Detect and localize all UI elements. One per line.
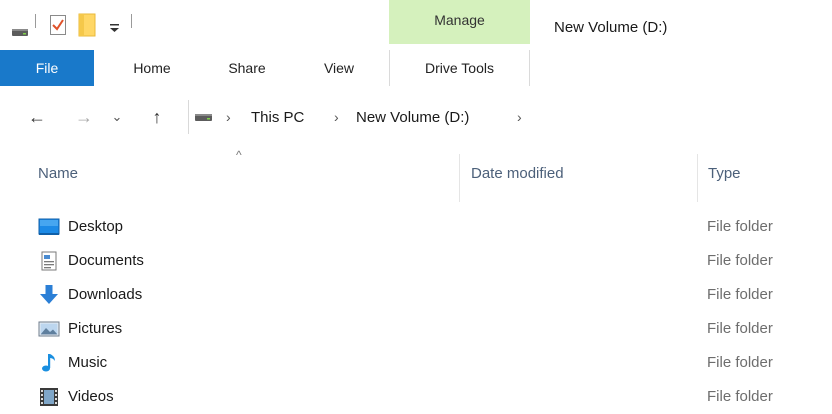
address-box[interactable]: › This PC › New Volume (D:) ›	[188, 100, 832, 134]
back-arrow-icon: ←	[28, 106, 46, 127]
list-item[interactable]: Downloads File folder	[0, 278, 832, 312]
videos-icon	[40, 388, 58, 406]
item-type: File folder	[707, 286, 773, 303]
forward-arrow-icon: →	[75, 106, 93, 127]
item-name: Pictures	[68, 320, 123, 337]
column-header: ^ Name Date modified Type	[0, 146, 832, 202]
breadcrumb-new-volume[interactable]: New Volume (D:)	[356, 109, 469, 126]
tab-share[interactable]: Share	[212, 50, 282, 86]
column-divider[interactable]	[459, 154, 460, 202]
item-type: File folder	[707, 354, 773, 371]
tab-drive-tools[interactable]: Drive Tools	[389, 50, 530, 86]
properties-icon[interactable]	[49, 14, 67, 36]
chevron-down-icon: ⌄	[111, 109, 123, 124]
column-name[interactable]: Name	[38, 165, 78, 182]
ribbon-tabs: File Home Share View Drive Tools	[0, 44, 832, 86]
new-folder-icon[interactable]	[77, 12, 97, 38]
column-date-modified[interactable]: Date modified	[471, 165, 564, 182]
item-type: File folder	[707, 388, 773, 405]
item-type: File folder	[707, 218, 773, 235]
downloads-icon	[40, 285, 58, 304]
qat-separator	[131, 14, 132, 28]
item-type: File folder	[707, 252, 773, 269]
breadcrumb-separator: ›	[226, 109, 231, 125]
qat-separator	[35, 14, 36, 28]
desktop-icon	[38, 218, 60, 235]
list-item[interactable]: Documents File folder	[0, 244, 832, 278]
title-bar: Manage New Volume (D:)	[0, 0, 832, 50]
up-arrow-icon: ↑	[152, 106, 162, 127]
list-item[interactable]: Pictures File folder	[0, 312, 832, 346]
tab-home[interactable]: Home	[117, 50, 187, 86]
up-button[interactable]: ↑	[146, 96, 168, 138]
customize-qat-icon[interactable]	[109, 22, 121, 34]
recent-locations-button[interactable]: ⌄	[109, 96, 125, 138]
list-item[interactable]: Desktop File folder	[0, 210, 832, 244]
documents-icon	[41, 251, 57, 271]
address-bar: ← → ⌄ ↑ › This PC › New Volume (D:) ›	[0, 96, 832, 138]
manage-label: Manage	[434, 12, 485, 28]
column-divider[interactable]	[697, 154, 698, 202]
drive-icon	[195, 114, 212, 121]
item-name: Music	[68, 354, 108, 371]
breadcrumb-separator: ›	[334, 109, 339, 125]
tab-view[interactable]: View	[304, 50, 374, 86]
forward-button[interactable]: →	[73, 96, 95, 138]
back-button[interactable]: ←	[26, 96, 48, 138]
sort-ascending-icon: ^	[236, 148, 242, 162]
item-type: File folder	[707, 320, 773, 337]
list-item[interactable]: Videos File folder	[0, 380, 832, 414]
tab-file[interactable]: File	[0, 50, 94, 86]
drive-icon	[12, 29, 28, 36]
window-title: New Volume (D:)	[554, 19, 668, 36]
breadcrumb-separator: ›	[517, 109, 522, 125]
item-name: Desktop	[68, 218, 124, 235]
item-name: Videos	[68, 388, 114, 405]
column-type[interactable]: Type	[708, 165, 741, 182]
pictures-icon	[38, 321, 60, 337]
music-icon	[42, 354, 55, 372]
list-item[interactable]: Music File folder	[0, 346, 832, 380]
breadcrumb-this-pc[interactable]: This PC	[251, 109, 304, 126]
item-name: Downloads	[68, 286, 143, 303]
item-name: Documents	[68, 252, 144, 269]
